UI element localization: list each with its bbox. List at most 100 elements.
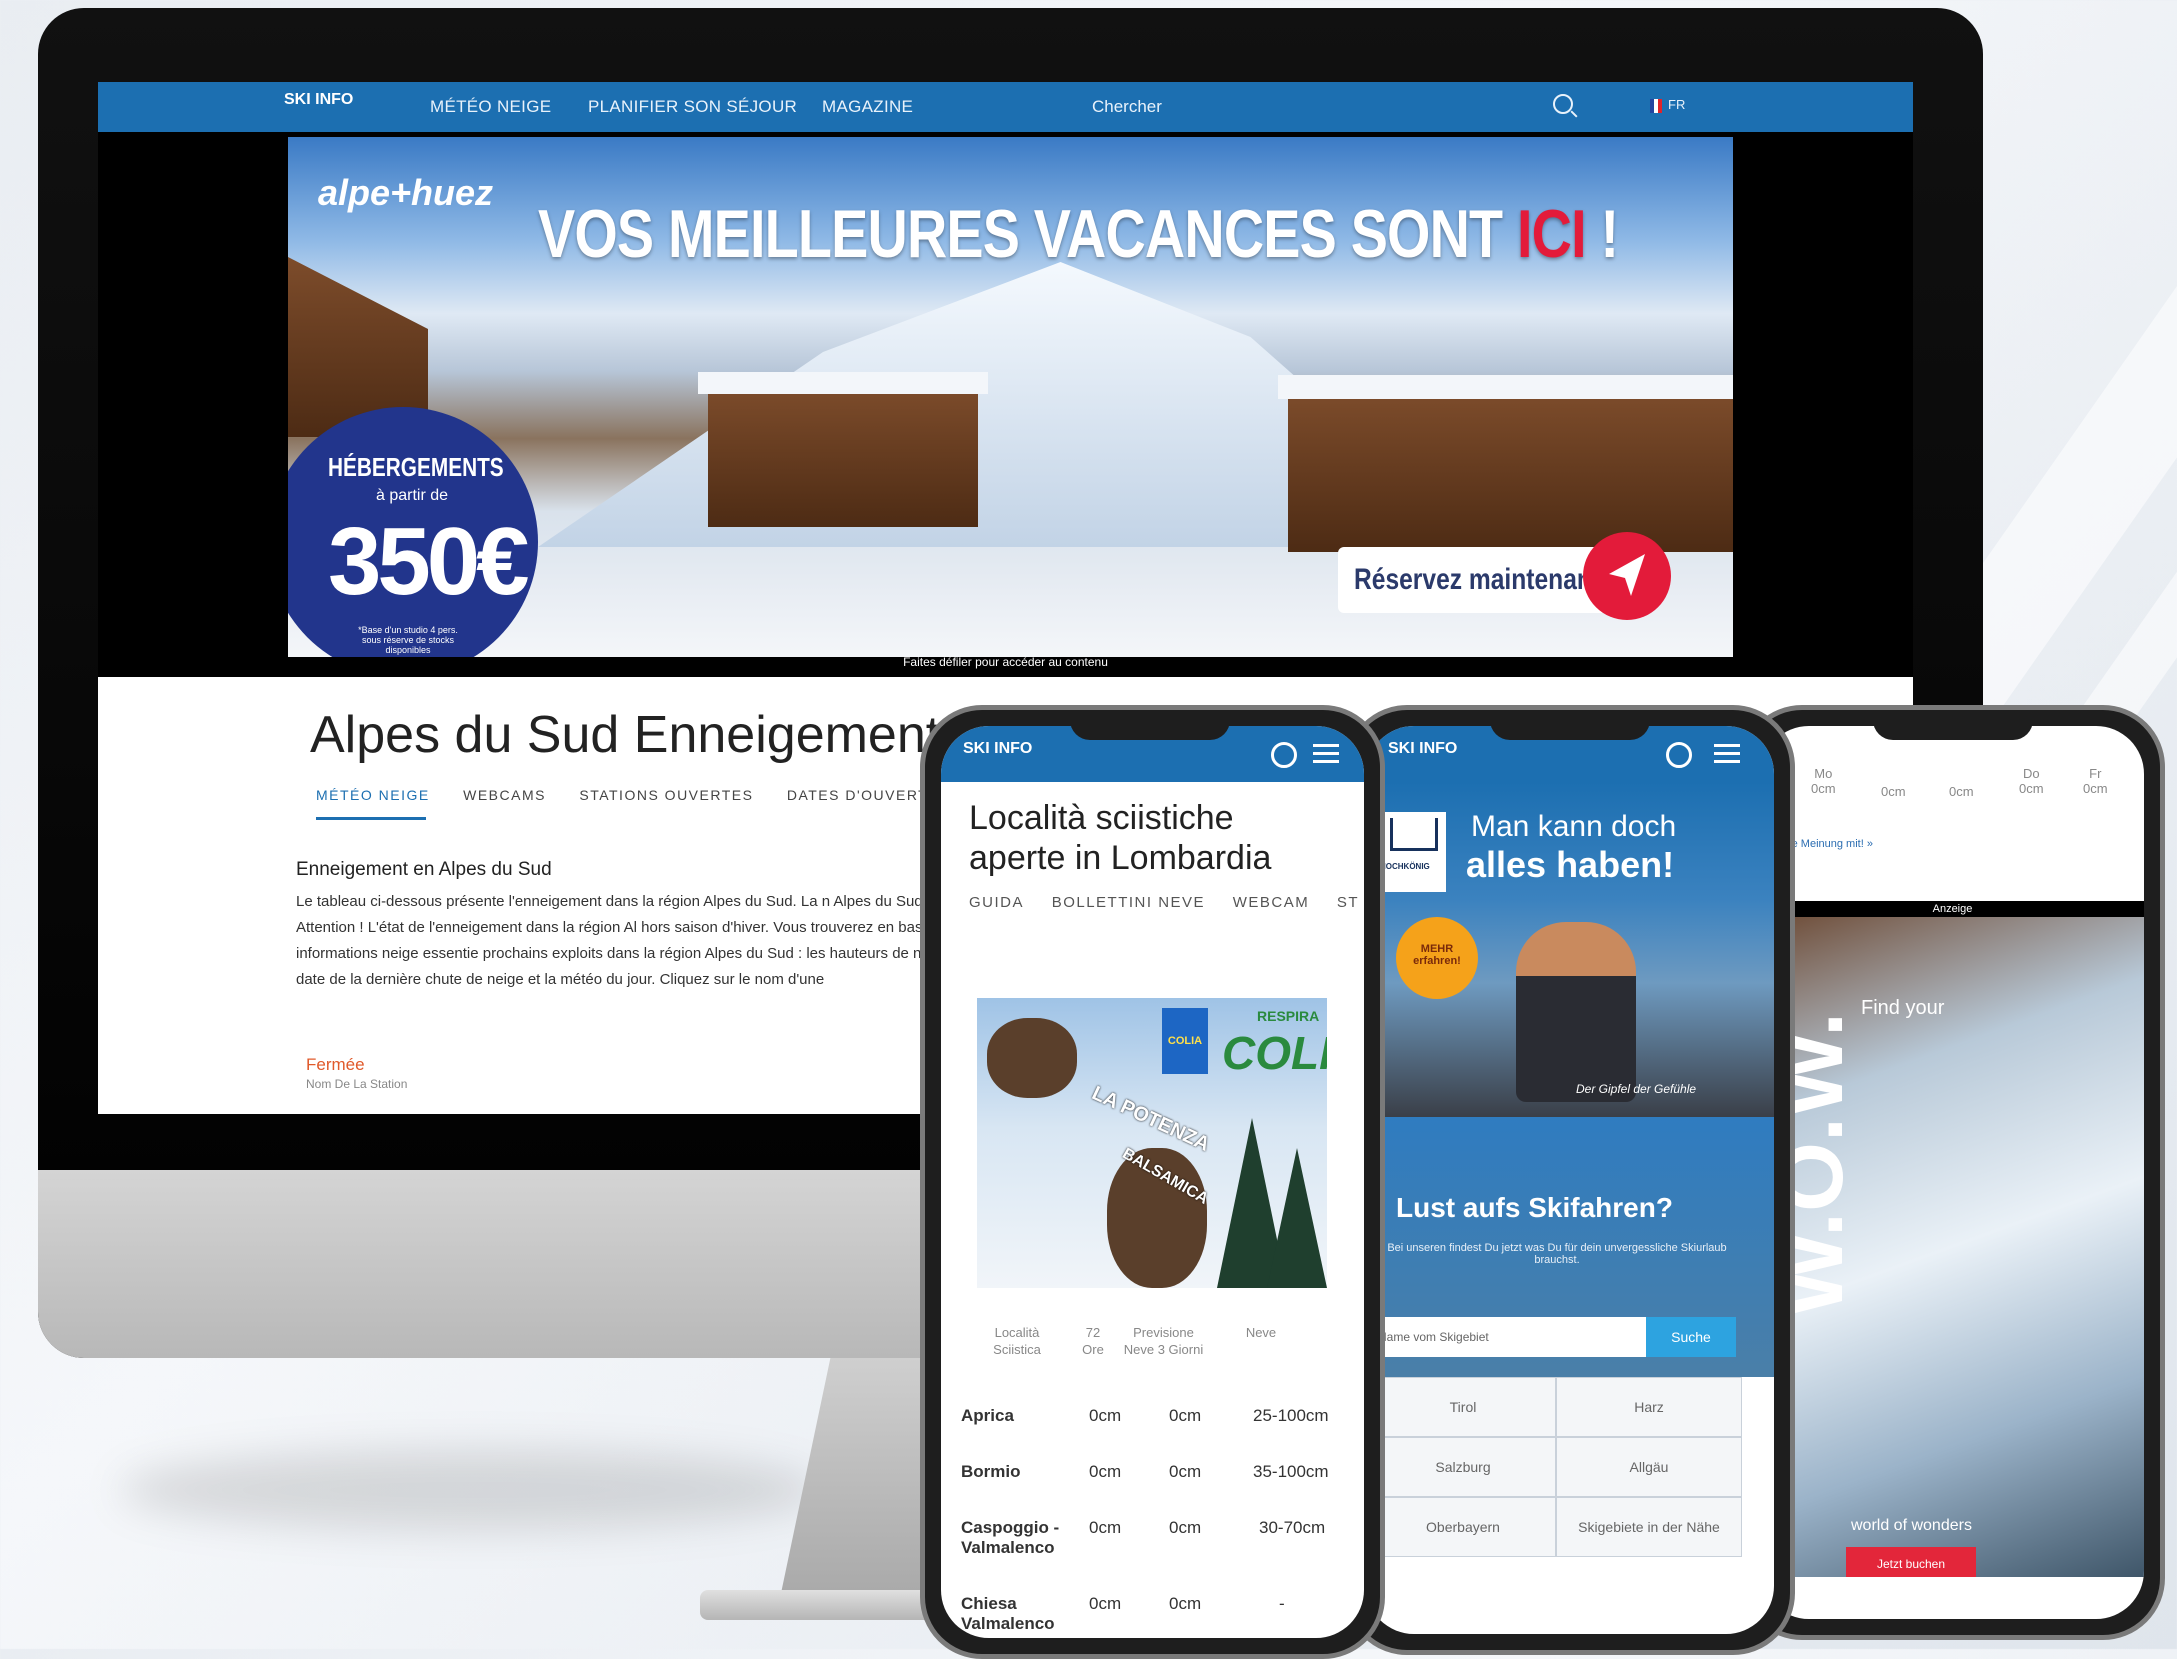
chalet-right [1288, 392, 1733, 552]
skiinfo-logo[interactable]: SKI INFO [284, 92, 354, 121]
phone-left: SKI INFO Località sciistiche aperte in L… [920, 705, 1385, 1659]
section-title: Enneigement en Alpes du Sud [296, 859, 552, 880]
region-allgaeu[interactable]: Allgäu [1556, 1437, 1742, 1497]
ad-headline-2: alles haben! [1466, 844, 1675, 885]
snow-72h: 0cm [1089, 1594, 1122, 1613]
page-title: Località sciistiche aperte in Lombardia [969, 799, 1272, 877]
forecast-day: 0cm [1949, 784, 1974, 799]
tab-stations-ouvertes[interactable]: STATIONS OUVERTES [579, 787, 753, 803]
skigebiet-search-input[interactable]: Name vom Skigebiet [1374, 1317, 1646, 1357]
day-label: Fr [2089, 766, 2102, 781]
badge-label: MEHR erfahren! [1413, 943, 1461, 967]
region-harz[interactable]: Harz [1556, 1377, 1742, 1437]
headline-text: VOS MEILLEURES VACANCES SONT [538, 196, 1517, 272]
day-value: 0cm [1811, 781, 1836, 796]
skiinfo-logo[interactable]: SKI INFO [1388, 741, 1457, 757]
search-icon[interactable] [1666, 742, 1692, 768]
nav-item-meteo-neige[interactable]: MÉTÉO NEIGE [430, 97, 551, 117]
resort-name: Bormio [961, 1462, 1021, 1481]
promo-line1: HÉBERGEMENTS [328, 452, 504, 482]
region-oberbayern[interactable]: Oberbayern [1370, 1497, 1556, 1557]
wow-ad[interactable]: Find your W.O.W. world of wonders Jetzt … [1761, 917, 2144, 1577]
chalet-roof [698, 372, 988, 394]
search-subtext: Bei unseren findest Du jetzt was Du für … [1387, 1242, 1727, 1266]
search-input[interactable]: Chercher [1092, 97, 1162, 117]
region-grid: Tirol Harz Salzburg Allgäu Oberbayern Sk… [1370, 1377, 1742, 1563]
column-header: Previsione Neve 3 Giorni [1123, 1325, 1204, 1357]
ad-tagline: RESPIRA [1257, 1008, 1320, 1024]
search-button[interactable]: Suche [1646, 1317, 1736, 1357]
nav-item-planifier[interactable]: PLANIFIER SON SÉJOUR [588, 97, 797, 117]
region-salzburg[interactable]: Salzburg [1370, 1437, 1556, 1497]
tab-bollettini[interactable]: BOLLETTINI NEVE [1052, 894, 1205, 911]
language-selector[interactable]: FR [1650, 97, 1685, 113]
ad-headline-1: Man kann doch [1471, 810, 1677, 843]
phone-middle: SKI INFO HOCHKÖNIG Man kann doch alles h… [1345, 705, 1795, 1655]
snow-depth: 25-100cm [1253, 1406, 1329, 1425]
skiinfo-logo[interactable]: SKI INFO [963, 741, 1032, 757]
promo-price: 350€ [328, 508, 530, 615]
colia-logo: COLIA [1222, 1027, 1327, 1079]
ad-person-image [1516, 922, 1636, 1102]
content-tabs: GUIDA BOLLETTINI NEVE WEBCAM ST [969, 894, 1364, 911]
tab-meteo-neige[interactable]: MÉTÉO NEIGE [316, 787, 430, 803]
hochkoenig-label: HOCHKÖNIG [1380, 862, 1430, 871]
snow-72h: 0cm [1089, 1406, 1122, 1425]
mehr-erfahren-badge[interactable]: MEHR erfahren! [1396, 917, 1478, 999]
send-arrow-icon[interactable] [1583, 532, 1671, 620]
day-value: 0cm [1949, 784, 1974, 799]
snow-forecast: 0cm [1169, 1406, 1202, 1425]
snow-forecast: 0cm [1169, 1518, 1202, 1537]
reserve-button-label: Réservez maintenant [1354, 563, 1601, 596]
hamburger-menu-icon[interactable] [1714, 744, 1740, 747]
tab-more[interactable]: ST [1337, 894, 1359, 911]
resort-name: Chiesa Valmalenco [961, 1594, 1055, 1633]
chalet-center [708, 387, 978, 527]
forecast-day: 0cm [1881, 784, 1906, 799]
snow-forecast: 0cm [1169, 1594, 1202, 1613]
column-header: Località Sciistica [993, 1325, 1041, 1357]
colia-ad[interactable]: COLIA RESPIRA COLIA LA POTENZA BALSAMICA [977, 998, 1327, 1288]
colia-pack: COLIA [1162, 1008, 1208, 1074]
french-flag-icon [1650, 98, 1662, 113]
column-header: 72 Ore [1082, 1325, 1104, 1357]
ad-label: Anzeige [1761, 901, 2144, 917]
scroll-hint: Faites défiler pour accéder au contenu [903, 655, 1108, 669]
hamburger-menu-icon[interactable] [1313, 744, 1339, 747]
day-value: 0cm [2083, 781, 2108, 796]
promo-note: *Base d'un studio 4 pers. sous réserve d… [358, 625, 458, 655]
tab-guida[interactable]: GUIDA [969, 894, 1024, 911]
day-value: 0cm [1881, 784, 1906, 799]
snow-72h: 0cm [1089, 1518, 1122, 1537]
language-label: FR [1668, 97, 1686, 112]
reserve-button[interactable]: Réservez maintenant [1338, 547, 1623, 613]
tab-webcam[interactable]: WEBCAM [1233, 894, 1310, 911]
hochkoenig-ad[interactable]: HOCHKÖNIG Man kann doch alles haben! MEH… [1366, 782, 1774, 1117]
nav-item-magazine[interactable]: MAGAZINE [822, 97, 913, 117]
search-icon[interactable] [1271, 742, 1297, 768]
content-tabs: MÉTÉO NEIGE WEBCAMS STATIONS OUVERTES DA… [316, 787, 1001, 803]
search-section: Lust aufs Skifahren? Bei unseren findest… [1366, 1117, 1774, 1377]
bear-image [987, 1018, 1077, 1098]
chalet-roof [1278, 375, 1733, 399]
region-tirol[interactable]: Tirol [1370, 1377, 1556, 1437]
ad-book-button[interactable]: Jetzt buchen [1846, 1547, 1976, 1577]
page-title: Alpes du Sud Enneigement [310, 706, 941, 764]
search-heading: Lust aufs Skifahren? [1396, 1192, 1673, 1223]
promo-line2: à partir de [376, 487, 449, 504]
search-icon[interactable] [1553, 94, 1573, 114]
headline-end: ! [1585, 196, 1619, 272]
section-paragraph: Le tableau ci-dessous présente l'enneige… [296, 893, 1022, 988]
ad-banner[interactable]: alpe+huez VOS MEILLEURES VACANCES SONT I… [288, 137, 1733, 657]
day-label: Mo [1814, 766, 1833, 781]
phone-left-screen: SKI INFO Località sciistiche aperte in L… [941, 726, 1364, 1638]
ad-find-text: Find your [1861, 997, 1945, 1019]
resort-name: Aprica [961, 1406, 1014, 1425]
phone-notch [1070, 710, 1230, 740]
snow-depth: 35-100cm [1253, 1462, 1329, 1481]
forecast-day: Mo 0cm [1811, 766, 1836, 796]
snow-forecast: 0cm [1169, 1462, 1202, 1481]
tab-webcams[interactable]: WEBCAMS [463, 787, 546, 803]
phone-right-screen: Mo 0cm 0cm 0cm Do 0cm Fr 0cm Deine Meinung … [1761, 726, 2144, 1619]
region-nearby[interactable]: Skigebiete in der Nähe [1556, 1497, 1742, 1557]
